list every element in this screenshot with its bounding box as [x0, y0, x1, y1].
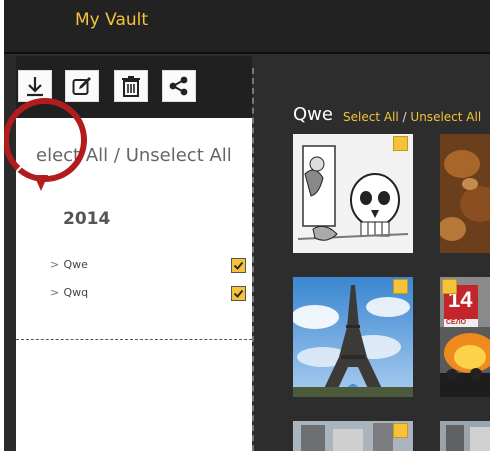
panel-divider: [16, 339, 252, 340]
sidebar-separator: /: [113, 145, 120, 166]
photo-thumbnail[interactable]: [293, 421, 413, 451]
check-icon: [233, 261, 244, 270]
grid-unselect-all-link[interactable]: Unselect All: [410, 110, 481, 124]
edit-icon: [72, 77, 91, 95]
photo-thumbnail[interactable]: [440, 134, 490, 253]
photo-checkbox[interactable]: [393, 279, 408, 294]
trash-icon: [122, 76, 140, 97]
edit-button[interactable]: [65, 70, 99, 102]
highlight-pointer: [34, 175, 48, 191]
rust-texture-image: [440, 134, 490, 253]
photo-checkbox[interactable]: [442, 279, 457, 294]
download-icon: [27, 77, 43, 97]
chevron-right-icon: >: [50, 258, 60, 271]
album-item-qwq[interactable]: > Qwq: [50, 286, 246, 304]
photo-checkbox[interactable]: [393, 136, 408, 151]
photo-checkbox[interactable]: [393, 423, 408, 438]
eiffel-tower-image: [293, 277, 413, 397]
share-button[interactable]: [162, 70, 196, 102]
chevron-right-icon[interactable]: [14, 148, 30, 174]
app-title: My Vault: [75, 10, 149, 30]
album-label: Qwe: [63, 258, 88, 271]
year-heading: 2014: [63, 209, 111, 229]
album-label: Qwq: [63, 286, 89, 299]
photo-grid: Qwe Select All / Unselect All 14 СЕЛО: [256, 56, 490, 451]
album-checkbox[interactable]: [231, 286, 246, 301]
sidebar-unselect-all-link[interactable]: Unselect All: [126, 145, 232, 166]
album-title: Qwe: [293, 104, 333, 125]
grid-selection-links: Select All / Unselect All: [343, 110, 481, 124]
album-checkbox[interactable]: [231, 258, 246, 273]
photo-thumbnail[interactable]: [440, 421, 490, 451]
app-window: My Vault elect All / Unselect All 2014 >…: [4, 0, 490, 451]
column-divider: [252, 68, 254, 451]
grid-select-all-link[interactable]: Select All: [343, 110, 399, 124]
chevron-right-icon: >: [50, 286, 60, 299]
street-building-image: [440, 421, 490, 451]
delete-button[interactable]: [114, 70, 148, 102]
sign-caption: СЕЛО: [446, 319, 467, 326]
photo-thumbnail[interactable]: 14 СЕЛО: [440, 277, 490, 397]
album-item-qwe[interactable]: > Qwe: [50, 258, 246, 276]
cartoon-skull-image: [293, 134, 413, 253]
check-icon: [233, 289, 244, 298]
photo-thumbnail[interactable]: [293, 134, 413, 253]
photo-thumbnail[interactable]: [293, 277, 413, 397]
share-icon: [169, 76, 188, 96]
grid-separator: /: [402, 110, 407, 124]
top-bar: My Vault: [4, 0, 490, 54]
